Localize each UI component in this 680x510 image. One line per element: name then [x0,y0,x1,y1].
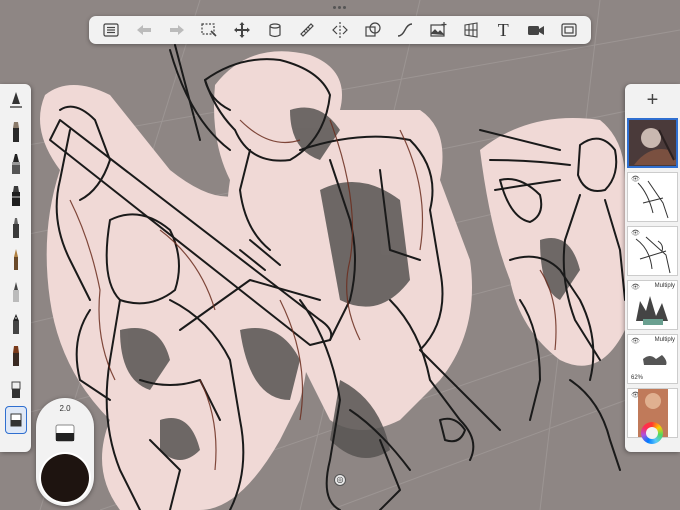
layers-panel: + 👁 👁 👁 Multiply 👁 Multiply 62% 👁 [625,84,680,452]
layer-thumbnail-3[interactable]: 👁 [627,226,678,276]
brush-puck[interactable]: 2.0 [36,398,94,506]
text-icon[interactable]: T [492,19,514,41]
ink-pen-brush-icon[interactable] [5,150,27,178]
transform-icon[interactable] [231,19,253,41]
eraser-brush-icon[interactable] [5,374,27,402]
time-lapse-icon[interactable] [525,19,547,41]
fine-liner-brush-icon[interactable] [5,278,27,306]
layer-thumbnail-4[interactable]: 👁 Multiply [627,280,678,330]
fill-icon[interactable] [264,19,286,41]
layer-thumbnail-1[interactable] [627,118,678,168]
layer-thumbnail-5[interactable]: 👁 Multiply 62% [627,334,678,384]
pencil-brush-icon[interactable] [5,118,27,146]
layer-thumbnail-2[interactable]: 👁 [627,172,678,222]
fullscreen-icon[interactable] [558,19,580,41]
redo-icon[interactable] [166,19,188,41]
perspective-icon[interactable] [460,19,482,41]
ruler-icon[interactable] [296,19,318,41]
brush-size-value[interactable]: 2.0 [36,404,94,413]
canvas-center-handle-icon[interactable]: ◎ [334,474,346,486]
current-color-swatch[interactable] [41,454,89,502]
gallery-icon[interactable] [100,19,122,41]
marker-brush-icon[interactable] [5,182,27,210]
add-layer-button[interactable]: + [625,88,680,112]
crayon-brush-icon[interactable] [5,342,27,370]
fountain-pen-brush-icon[interactable] [5,310,27,338]
brush-opacity-icon[interactable] [55,424,75,442]
blender-brush-icon[interactable] [5,406,27,434]
shapes-icon[interactable] [362,19,384,41]
text-tool-label: T [497,20,509,40]
brush-toolbar [0,84,31,452]
brush-settings-icon[interactable] [5,86,27,114]
toolbar-drag-handle[interactable] [333,6,347,10]
undo-icon[interactable] [133,19,155,41]
selection-icon[interactable] [198,19,220,41]
drawing-canvas[interactable] [0,0,680,510]
paintbrush-icon[interactable] [5,246,27,274]
curve-icon[interactable] [394,19,416,41]
top-toolbar: T [89,16,591,44]
airbrush-icon[interactable] [5,214,27,242]
symmetry-icon[interactable] [329,19,351,41]
image-icon[interactable] [427,19,449,41]
color-picker-icon[interactable] [641,422,663,444]
